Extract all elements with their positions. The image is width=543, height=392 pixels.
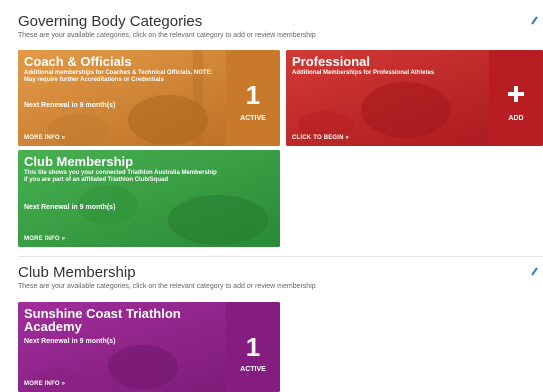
tile-title: Coach & Officials — [24, 54, 132, 69]
section-subtitle-governing: These are your available categories, cli… — [18, 32, 316, 39]
tile-add-panel[interactable]: ADD — [489, 50, 543, 146]
tile-description: Additional Memberships for Professional … — [292, 70, 435, 76]
tile-title: Club Membership — [24, 154, 134, 169]
tile-coach-officials[interactable]: Coach & Officials Additional memberships… — [18, 50, 280, 146]
plus-icon — [508, 86, 524, 102]
more-info-link[interactable]: MORE INFO » — [24, 236, 65, 242]
renewal-text: Next Renewal in 9 month(s) — [24, 338, 116, 345]
chevron-up-icon[interactable] — [531, 15, 539, 25]
section-title-governing: Governing Body Categories — [18, 13, 203, 30]
status-label: ACTIVE — [240, 366, 266, 373]
tile-description: This tile shows you your connected Triat… — [24, 170, 217, 183]
add-label: ADD — [508, 115, 524, 122]
tile-title: Professional — [292, 54, 371, 69]
section-divider — [18, 256, 543, 257]
chevron-up-icon[interactable] — [531, 266, 539, 276]
more-info-link[interactable]: MORE INFO » — [24, 381, 65, 387]
tile-status-panel: 1 ACTIVE — [226, 302, 280, 392]
more-info-link[interactable]: MORE INFO » — [24, 135, 65, 141]
active-count: 1 — [245, 80, 261, 110]
renewal-text: Next Renewal in 9 month(s) — [24, 102, 116, 109]
tile-sunshine-coast[interactable]: Sunshine Coast Triathlon Academy Next Re… — [18, 302, 280, 392]
section-subtitle-club: These are your available categories, cli… — [18, 283, 316, 290]
section-title-club: Club Membership — [18, 264, 136, 281]
tile-club-membership[interactable]: Club Membership This tile shows you your… — [18, 150, 280, 247]
tile-title: Sunshine Coast Triathlon Academy — [24, 306, 181, 334]
active-count: 1 — [245, 332, 261, 362]
tile-professional[interactable]: Professional Additional Memberships for … — [286, 50, 543, 146]
tile-description: Additional memberships for Coaches & Tec… — [24, 70, 213, 83]
click-to-begin-link[interactable]: CLICK TO BEGIN » — [292, 135, 349, 141]
status-label: ACTIVE — [240, 115, 266, 122]
tile-status-panel: 1 ACTIVE — [226, 50, 280, 146]
renewal-text: Next Renewal in 9 month(s) — [24, 204, 116, 211]
